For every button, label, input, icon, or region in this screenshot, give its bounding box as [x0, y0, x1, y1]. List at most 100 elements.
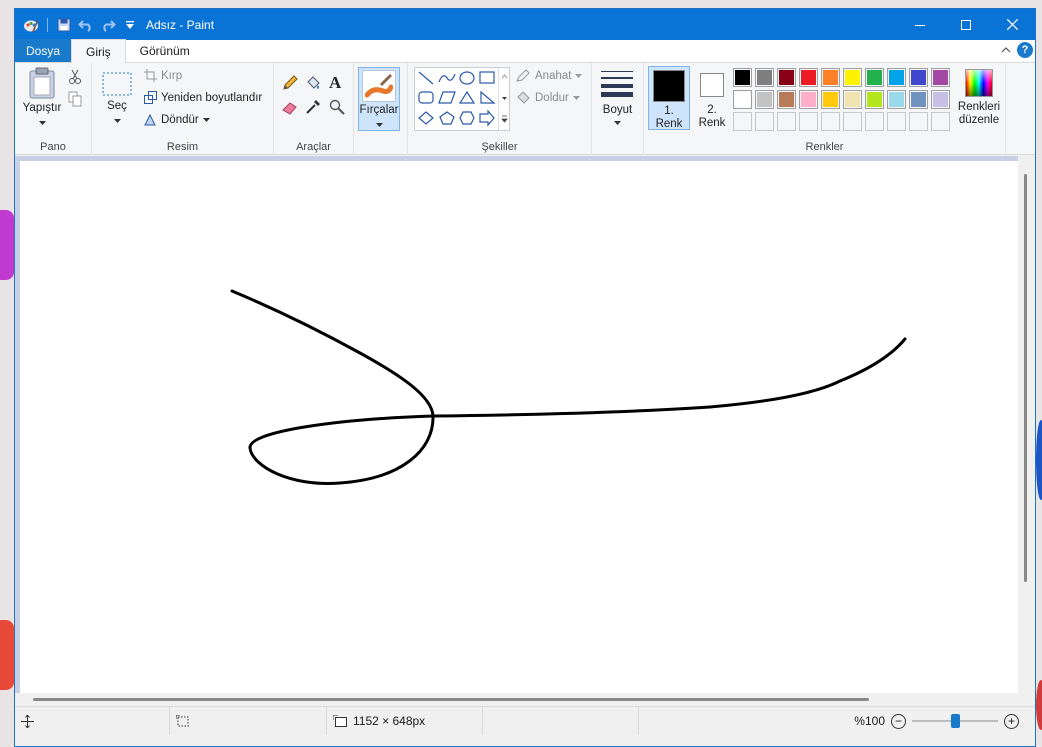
custom-color-slot[interactable]: [733, 112, 752, 131]
custom-color-slot[interactable]: [821, 112, 840, 131]
minimize-icon[interactable]: [897, 9, 943, 40]
size-button[interactable]: Boyut: [592, 63, 644, 155]
color-swatch[interactable]: [799, 68, 818, 87]
color-swatch[interactable]: [755, 68, 774, 87]
group-label-shapes: Şekiller: [481, 141, 518, 153]
color-swatch[interactable]: [931, 68, 950, 87]
resize-button[interactable]: Yeniden boyutlandır: [144, 91, 262, 104]
custom-color-slot[interactable]: [931, 112, 950, 131]
rotate-button[interactable]: Döndür: [144, 113, 210, 126]
undo-icon[interactable]: [76, 15, 96, 35]
color-swatch[interactable]: [887, 90, 906, 109]
fill-label: Doldur: [535, 91, 569, 104]
outline-button[interactable]: Anahat: [516, 69, 583, 82]
select-button[interactable]: Seç: [100, 71, 134, 126]
custom-color-slot[interactable]: [865, 112, 884, 131]
fill-bucket-icon[interactable]: [305, 75, 321, 94]
horizontal-scroll-thumb[interactable]: [33, 698, 869, 701]
cut-icon[interactable]: [68, 69, 82, 88]
resize-label: Yeniden boyutlandır: [161, 91, 263, 104]
vertical-scrollbar[interactable]: [1018, 156, 1035, 693]
zoom-slider-thumb[interactable]: [951, 714, 960, 728]
zoom-out-icon[interactable]: −: [891, 713, 906, 729]
tab-file[interactable]: Dosya: [15, 39, 71, 62]
drawing-canvas[interactable]: [20, 161, 1018, 693]
color-swatch[interactable]: [733, 68, 752, 87]
color2-swatch: [700, 73, 724, 97]
tab-home[interactable]: Giriş: [71, 39, 126, 63]
help-icon[interactable]: ?: [1017, 42, 1033, 58]
custom-color-slot[interactable]: [777, 112, 796, 131]
custom-color-slot[interactable]: [887, 112, 906, 131]
crop-icon: [144, 69, 157, 82]
collapse-ribbon-icon[interactable]: [1001, 46, 1011, 54]
color-swatch[interactable]: [777, 90, 796, 109]
customize-qat-icon[interactable]: [120, 15, 140, 35]
color-swatch[interactable]: [865, 90, 884, 109]
selection-icon: [176, 714, 189, 726]
image-size-text: 1152 × 648px: [353, 714, 426, 728]
paint-app-icon[interactable]: [21, 15, 41, 35]
group-colors: 1. Renk 2. Renk Renkleri düzenle Renkler: [644, 63, 1006, 155]
save-icon[interactable]: [54, 15, 74, 35]
shapes-gallery-scroll[interactable]: [498, 68, 509, 130]
cursor-position: [15, 707, 170, 735]
color-swatch[interactable]: [777, 68, 796, 87]
paste-button[interactable]: Yapıştır: [21, 67, 63, 128]
group-label-colors: Renkler: [805, 141, 844, 153]
color1-button[interactable]: 1. Renk: [648, 66, 690, 130]
color-swatch[interactable]: [799, 90, 818, 109]
fill-icon: [517, 91, 530, 104]
color-swatch[interactable]: [887, 68, 906, 87]
color-swatch[interactable]: [843, 68, 862, 87]
edit-colors-button[interactable]: Renkleri düzenle: [953, 69, 1005, 127]
color-picker-icon[interactable]: [305, 99, 321, 118]
color-swatch[interactable]: [821, 68, 840, 87]
vertical-scroll-thumb[interactable]: [1024, 174, 1027, 582]
zoom-level: %100: [854, 714, 885, 728]
eraser-icon[interactable]: [282, 101, 298, 118]
color-swatch[interactable]: [909, 68, 928, 87]
copy-icon[interactable]: [68, 91, 82, 110]
shapes-gallery[interactable]: [414, 67, 510, 131]
zoom-in-icon[interactable]: +: [1004, 713, 1019, 729]
group-tools: A Araçlar: [274, 63, 354, 155]
color-swatch[interactable]: [821, 90, 840, 109]
crop-button[interactable]: Kırp: [144, 69, 182, 82]
shapes-gallery-icons: [418, 71, 496, 127]
color-swatch[interactable]: [865, 68, 884, 87]
color-swatch[interactable]: [733, 90, 752, 109]
zoom-slider[interactable]: [912, 713, 998, 729]
desktop-background-shape: [1036, 680, 1042, 730]
group-image: Seç Kırp Yeniden boyutlandır Döndür Resi…: [92, 63, 274, 155]
custom-color-slot[interactable]: [843, 112, 862, 131]
color2-button[interactable]: 2. Renk: [694, 66, 730, 130]
tab-view[interactable]: Görünüm: [126, 39, 204, 62]
close-icon[interactable]: [989, 9, 1035, 40]
brushes-button[interactable]: Fırçalar: [358, 67, 400, 131]
horizontal-scrollbar[interactable]: [15, 693, 1035, 706]
custom-color-slot[interactable]: [799, 112, 818, 131]
desktop-background-shape: [1036, 420, 1042, 500]
select-label: Seç: [107, 100, 127, 112]
redo-icon[interactable]: [98, 15, 118, 35]
pencil-icon[interactable]: [282, 75, 298, 94]
fill-button[interactable]: Doldur: [516, 91, 580, 104]
color-palette: [733, 63, 953, 133]
outline-icon: [516, 69, 530, 82]
brushes-label: Fırçalar: [359, 104, 399, 116]
line-size-icon: [601, 71, 633, 97]
color-swatch[interactable]: [931, 90, 950, 109]
status-bar: 1152 × 648px %100 − +: [15, 706, 1035, 735]
text-tool-icon[interactable]: A: [329, 73, 341, 93]
color-swatch[interactable]: [909, 90, 928, 109]
brush-icon: [362, 70, 396, 102]
color-swatch[interactable]: [755, 90, 774, 109]
magnifier-icon[interactable]: [329, 99, 345, 118]
custom-color-slot[interactable]: [909, 112, 928, 131]
color-swatch[interactable]: [843, 90, 862, 109]
crosshair-icon: [21, 714, 34, 728]
color2-label-line1: 2.: [707, 104, 717, 116]
maximize-icon[interactable]: [943, 9, 989, 40]
custom-color-slot[interactable]: [755, 112, 774, 131]
